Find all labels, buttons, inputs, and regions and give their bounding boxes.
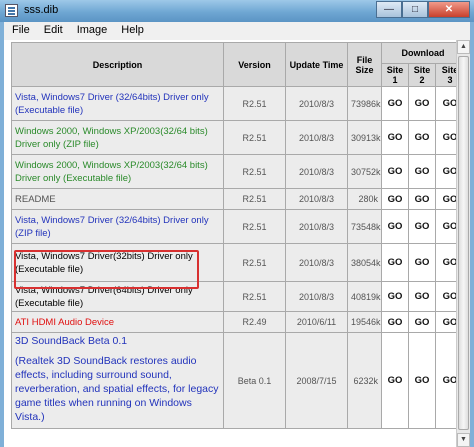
row-description: README xyxy=(11,188,224,210)
go-link-site-1[interactable]: GO xyxy=(381,209,409,244)
header-site-1: Site 1 xyxy=(381,63,409,87)
vertical-scrollbar[interactable]: ▲ ▼ xyxy=(456,40,470,447)
row-update-time: 2010/8/3 xyxy=(285,209,348,244)
maximize-button[interactable]: □ xyxy=(402,1,428,18)
row-description: Vista, Windows7 Driver(32bits) Driver on… xyxy=(11,243,224,282)
table-row: README R2.51 2010/8/3 280k GO GO GO xyxy=(11,188,466,210)
row-description: 3D SoundBack Beta 0.1 (Realtek 3D SoundBa… xyxy=(11,332,224,429)
go-link-site-1[interactable]: GO xyxy=(381,188,409,210)
row-description: ATI HDMI Audio Device xyxy=(11,311,224,333)
header-download: Download xyxy=(380,42,466,64)
row-update-time: 2010/8/3 xyxy=(285,188,348,210)
scroll-up-arrow-icon[interactable]: ▲ xyxy=(457,40,470,54)
table-row: 3D SoundBack Beta 0.1 (Realtek 3D SoundBa… xyxy=(11,332,466,429)
go-link-site-1[interactable]: GO xyxy=(381,154,409,189)
go-link-site-2[interactable]: GO xyxy=(408,209,436,244)
table-row: Vista, Windows7 Driver(32bits) Driver on… xyxy=(11,243,466,282)
go-link-site-2[interactable]: GO xyxy=(408,311,436,333)
menu-image[interactable]: Image xyxy=(69,22,114,40)
menu-file[interactable]: File xyxy=(4,22,36,40)
header-update-time: Update Time xyxy=(285,42,348,87)
table-row: ATI HDMI Audio Device R2.49 2010/6/11 19546… xyxy=(11,311,466,333)
scroll-thumb[interactable] xyxy=(458,56,469,430)
row-file-size: 6232k xyxy=(347,332,382,429)
row-file-size: 73548k xyxy=(347,209,382,244)
row-version: R2.51 xyxy=(223,154,286,189)
row-version: R2.51 xyxy=(223,120,286,155)
table-row: Vista, Windows7 Driver(64bits) Driver on… xyxy=(11,281,466,312)
go-link-site-1[interactable]: GO xyxy=(381,332,409,429)
go-link-site-1[interactable]: GO xyxy=(381,86,409,121)
table-row: Vista, Windows7 Driver (32/64bits) Drive… xyxy=(11,209,466,244)
row-description: Windows 2000, Windows XP/2003(32/64 bits… xyxy=(11,120,224,155)
row-file-size: 40819k xyxy=(347,281,382,312)
row-version: R2.51 xyxy=(223,188,286,210)
row-description: Vista, Windows7 Driver(64bits) Driver on… xyxy=(11,281,224,312)
go-link-site-1[interactable]: GO xyxy=(381,311,409,333)
row-description: Vista, Windows7 Driver (32/64bits) Drive… xyxy=(11,86,224,121)
go-link-site-2[interactable]: GO xyxy=(408,154,436,189)
row-update-time: 2010/6/11 xyxy=(285,311,348,333)
document-icon xyxy=(5,4,18,17)
menu-edit[interactable]: Edit xyxy=(36,22,69,40)
header-site-2: Site 2 xyxy=(408,63,436,87)
driver-download-table: Description Version Update Time File Siz… xyxy=(11,42,466,429)
close-button[interactable]: ✕ xyxy=(428,1,470,18)
window-border-right xyxy=(470,22,474,447)
image-canvas: Description Version Update Time File Siz… xyxy=(4,40,470,447)
row-file-size: 19546k xyxy=(347,311,382,333)
row-description-body: (Realtek 3D SoundBack restores audio eff… xyxy=(15,355,219,423)
app-window: sss.dib — □ ✕ File Edit Image Help Descr… xyxy=(0,0,474,447)
row-version: R2.51 xyxy=(223,281,286,312)
table-row: Windows 2000, Windows XP/2003(32/64 bits… xyxy=(11,120,466,155)
go-link-site-2[interactable]: GO xyxy=(408,86,436,121)
menu-help[interactable]: Help xyxy=(113,22,150,40)
header-description: Description xyxy=(11,42,224,87)
row-description: Vista, Windows7 Driver (32/64bits) Drive… xyxy=(11,209,224,244)
title-bar[interactable]: sss.dib — □ ✕ xyxy=(0,0,474,22)
table-row: Windows 2000, Windows XP/2003(32/64 bits… xyxy=(11,154,466,189)
scroll-down-arrow-icon[interactable]: ▼ xyxy=(457,433,470,447)
go-link-site-2[interactable]: GO xyxy=(408,120,436,155)
row-version: R2.51 xyxy=(223,243,286,282)
row-version: R2.51 xyxy=(223,86,286,121)
row-description: Windows 2000, Windows XP/2003(32/64 bits… xyxy=(11,154,224,189)
menu-bar: File Edit Image Help xyxy=(4,22,470,40)
row-description-title: 3D SoundBack Beta 0.1 xyxy=(15,335,128,347)
row-update-time: 2010/8/3 xyxy=(285,243,348,282)
row-file-size: 30752k xyxy=(347,154,382,189)
header-version: Version xyxy=(223,42,286,87)
window-controls: — □ ✕ xyxy=(376,1,470,19)
row-version: R2.49 xyxy=(223,311,286,333)
go-link-site-2[interactable]: GO xyxy=(408,188,436,210)
row-file-size: 30913k xyxy=(347,120,382,155)
go-link-site-2[interactable]: GO xyxy=(408,281,436,312)
window-title: sss.dib xyxy=(24,4,59,16)
go-link-site-1[interactable]: GO xyxy=(381,120,409,155)
go-link-site-1[interactable]: GO xyxy=(381,281,409,312)
row-file-size: 38054k xyxy=(347,243,382,282)
row-file-size: 73986k xyxy=(347,86,382,121)
row-update-time: 2010/8/3 xyxy=(285,154,348,189)
go-link-site-2[interactable]: GO xyxy=(408,332,436,429)
row-update-time: 2010/8/3 xyxy=(285,86,348,121)
header-file-size: File Size xyxy=(347,42,382,87)
row-update-time: 2010/8/3 xyxy=(285,120,348,155)
minimize-button[interactable]: — xyxy=(376,1,402,18)
row-file-size: 280k xyxy=(347,188,382,210)
row-update-time: 2008/7/15 xyxy=(285,332,348,429)
row-update-time: 2010/8/3 xyxy=(285,281,348,312)
row-version: Beta 0.1 xyxy=(223,332,286,429)
row-version: R2.51 xyxy=(223,209,286,244)
go-link-site-1[interactable]: GO xyxy=(381,243,409,282)
table-row: Vista, Windows7 Driver (32/64bits) Drive… xyxy=(11,86,466,121)
go-link-site-2[interactable]: GO xyxy=(408,243,436,282)
